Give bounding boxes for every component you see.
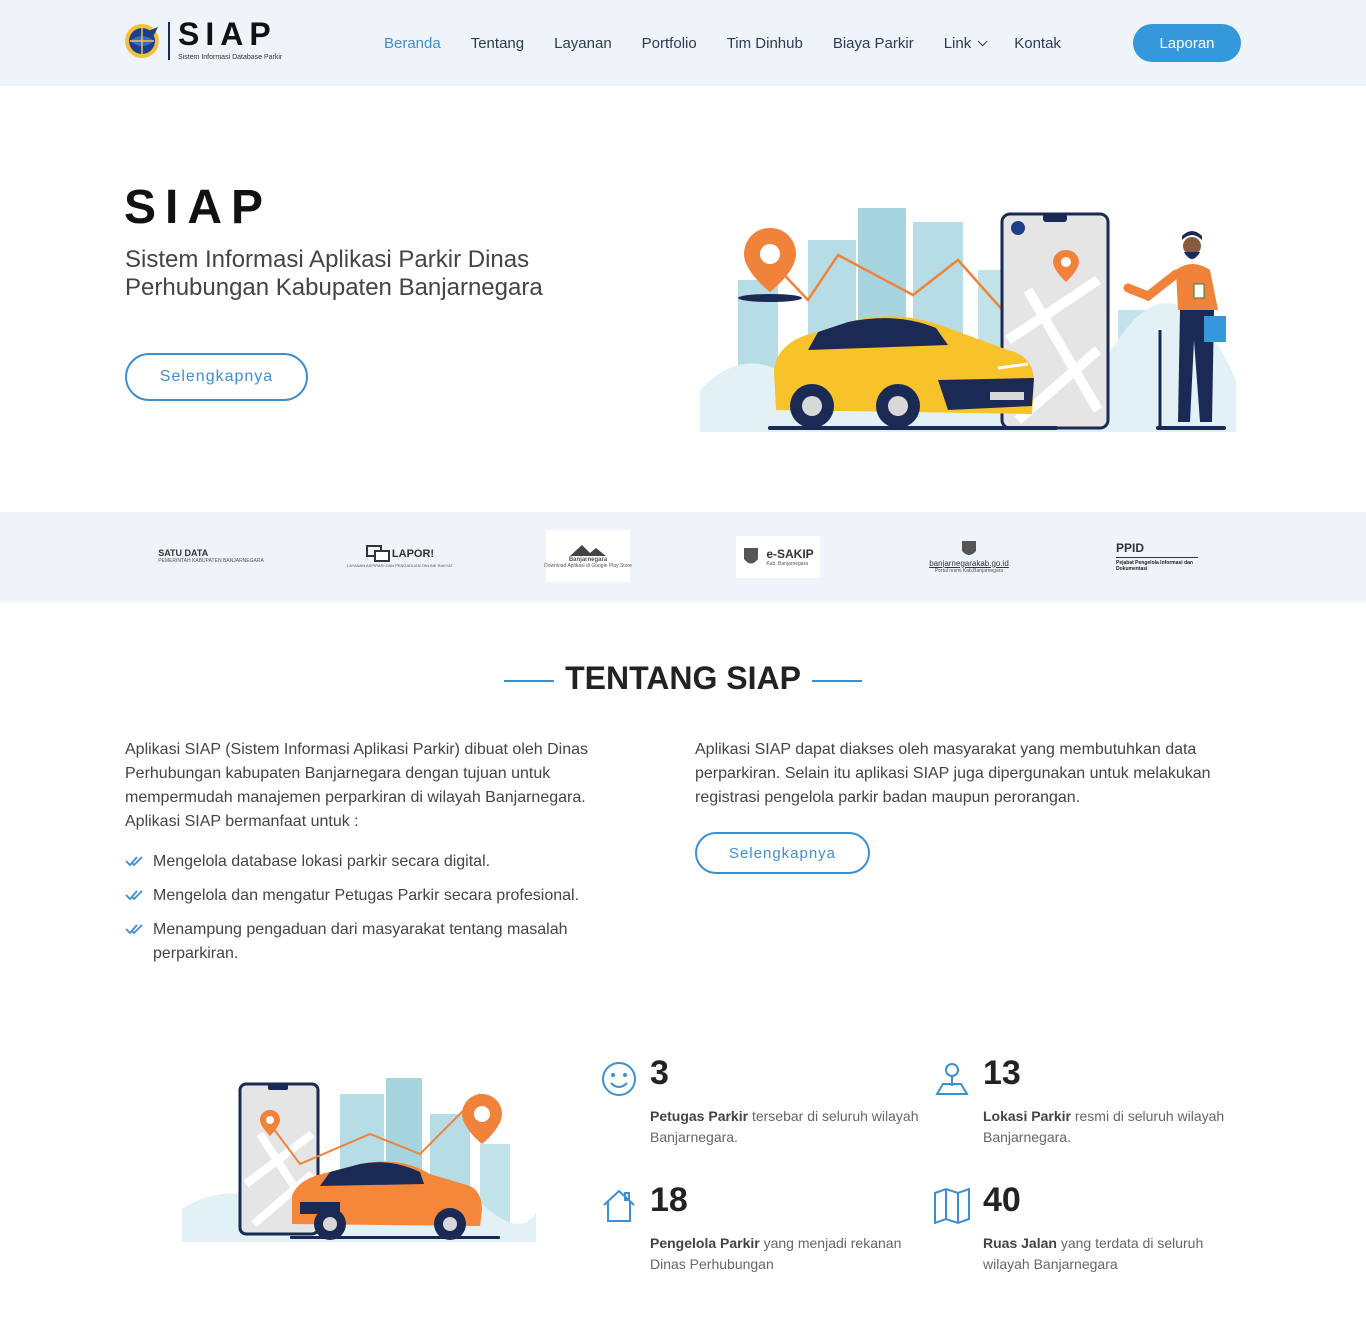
nav-item-link-label: Link <box>943 34 972 52</box>
list-item-text: Menampung pengaduan dari masyarakat tent… <box>153 921 568 962</box>
list-item-text: Mengelola dan mengatur Petugas Parkir se… <box>153 887 580 904</box>
chat-bubbles-icon <box>365 544 390 562</box>
count-number: 18 <box>650 1181 688 1219</box>
client-label: LAPOR! <box>391 547 435 560</box>
client-sublabel: PEMERINTAH KABUPATEN BANJARNEGARA <box>158 558 264 564</box>
count-number: 13 <box>983 1054 1021 1092</box>
client-sublabel: Kab. Banjarnegara <box>766 561 809 567</box>
site-header: SIAP Sistem Informasi Database Parkir Be… <box>0 0 1366 86</box>
count-description: Ruas Jalan yang terdata di seluruh wilay… <box>983 1233 1253 1275</box>
count-description: Lokasi Parkir resmi di seluruh wilayah B… <box>983 1106 1253 1148</box>
about-benefit-list: Mengelola database lokasi parkir secara … <box>125 850 625 976</box>
client-sublabel: LAYANAN ASPIRASI DAN PENGADUAN ONLINE RA… <box>347 562 453 568</box>
section-title-line-right <box>812 680 862 682</box>
dinhub-emblem-icon <box>125 24 159 58</box>
list-item: Menampung pengaduan dari masyarakat tent… <box>125 918 625 966</box>
client-label: banjarnegarakab.go.id <box>929 558 1009 568</box>
count-description: Pengelola Parkir yang menjadi rekanan Di… <box>650 1233 920 1275</box>
client-sublabel: Pejabat Pengelola Informasi dan Dokument… <box>1116 559 1193 572</box>
emblem-icon <box>744 548 759 564</box>
count-strong: Lokasi Parkir <box>983 1108 1071 1124</box>
nav-item-portfolio[interactable]: Portfolio <box>642 35 697 52</box>
client-sublabel: Download Aplikasi di Google Play Store <box>544 563 632 569</box>
hero-parking-illustration <box>700 208 1236 432</box>
client-logo-banjarnegarakab[interactable]: banjarnegarakab.go.id Portal resmi Kab.B… <box>926 532 1012 580</box>
count-strong: Ruas Jalan <box>983 1235 1057 1251</box>
list-item: Mengelola database lokasi parkir secara … <box>125 850 625 874</box>
double-check-icon <box>125 856 143 867</box>
hero-title: SIAP <box>124 181 273 234</box>
nav-item-tim-dinhub[interactable]: Tim Dinhub <box>727 35 803 52</box>
client-label: SATU DATA <box>158 548 209 558</box>
nav-item-kontak[interactable]: Kontak <box>1014 35 1061 52</box>
count-strong: Petugas Parkir <box>650 1108 749 1124</box>
list-item: Mengelola dan mengatur Petugas Parkir se… <box>125 884 625 908</box>
client-sublabel: Portal resmi Kab.Banjarnegara <box>934 567 1004 574</box>
client-logo-satu-data[interactable]: SATU DATA PEMERINTAH KABUPATEN BANJARNEG… <box>158 532 264 580</box>
nav-item-beranda[interactable]: Beranda <box>384 35 441 52</box>
count-number: 40 <box>983 1181 1021 1219</box>
smiley-icon <box>602 1062 636 1096</box>
emblem-icon <box>962 540 976 555</box>
location-person-icon <box>935 1063 969 1095</box>
laporan-button[interactable]: Laporan <box>1133 24 1241 62</box>
hero-selengkapnya-button[interactable]: Selengkapnya <box>125 353 308 401</box>
chevron-down-icon <box>977 35 988 46</box>
double-check-icon <box>125 924 143 935</box>
about-selengkapnya-button[interactable]: Selengkapnya <box>695 832 870 874</box>
nav-item-biaya-parkir[interactable]: Biaya Parkir <box>833 35 914 52</box>
double-check-icon <box>125 890 143 901</box>
hero-subtitle: Sistem Informasi Aplikasi Parkir Dinas P… <box>125 246 543 301</box>
about-left-paragraph: Aplikasi SIAP (Sistem Informasi Aplikasi… <box>125 741 588 830</box>
partner-logos-strip: SATU DATA PEMERINTAH KABUPATEN BANJARNEG… <box>0 512 1366 602</box>
about-section-title: TENTANG SIAP <box>565 660 801 696</box>
nav-item-tentang[interactable]: Tentang <box>471 35 524 52</box>
nav-item-link[interactable]: Link <box>943 34 988 52</box>
logo-subtitle: Sistem Informasi Database Parkir <box>178 54 283 61</box>
client-label: PPID <box>1116 540 1145 555</box>
client-logo-lapor[interactable]: LAPOR! LAYANAN ASPIRASI DAN PENGADUAN ON… <box>347 532 453 580</box>
client-logo-e-sakip[interactable]: e-SAKIP Kab. Banjarnegara <box>736 536 820 578</box>
client-label: e-SAKIP <box>766 547 814 561</box>
logo-title: SIAP <box>178 16 277 52</box>
count-strong: Pengelola Parkir <box>650 1235 760 1251</box>
list-item-text: Mengelola database lokasi parkir secara … <box>153 853 491 870</box>
nav-item-layanan[interactable]: Layanan <box>554 35 612 52</box>
logo-divider <box>168 22 170 60</box>
map-icon <box>934 1187 970 1225</box>
count-description: Petugas Parkir tersebar di seluruh wilay… <box>650 1106 920 1148</box>
client-logo-ppid[interactable]: PPID Pejabat Pengelola Informasi dan Dok… <box>1116 532 1202 580</box>
mountain-icon <box>570 545 606 556</box>
counts-parking-illustration <box>182 1078 536 1242</box>
about-right-paragraph: Aplikasi SIAP dapat diakses oleh masyara… <box>695 741 1211 806</box>
count-number: 3 <box>650 1054 669 1092</box>
site-logo[interactable]: SIAP Sistem Informasi Database Parkir <box>124 16 284 66</box>
client-logo-banjarnegara-app[interactable]: Banjarnegara Download Aplikasi di Google… <box>544 530 632 582</box>
main-nav: Beranda Tentang Layanan Portfolio Tim Di… <box>384 24 1091 62</box>
home-icon <box>603 1189 635 1222</box>
